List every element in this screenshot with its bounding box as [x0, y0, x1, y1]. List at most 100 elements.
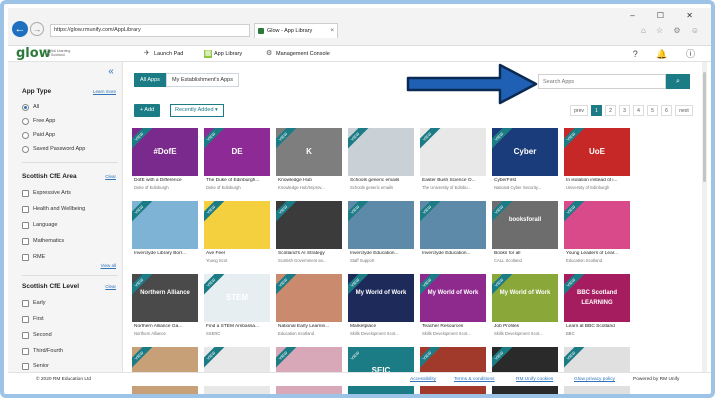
- cfe-area-expressive-arts[interactable]: Expressive Arts: [22, 189, 71, 198]
- app-thumbnail[interactable]: VIEW: [132, 201, 198, 249]
- app-card[interactable]: BBC Scotland LEARNING VIEW Learn at BBC Sc…: [564, 274, 630, 340]
- app-card[interactable]: VIEW Inverclyde Education... Staff Support: [348, 201, 414, 267]
- learn-more-link[interactable]: Learn more: [93, 89, 116, 94]
- checkbox[interactable]: [22, 238, 29, 245]
- search-apps-input[interactable]: [538, 74, 666, 89]
- app-thumbnail[interactable]: VIEW: [348, 201, 414, 249]
- app-card[interactable]: DE VIEW The Duke of Edinburgh... Duke of Ed…: [204, 128, 270, 194]
- app-thumbnail[interactable]: VIEW: [204, 347, 270, 394]
- app-card[interactable]: VIEW Ave Feel Young Scot: [204, 201, 270, 267]
- footer-link-terms[interactable]: Terms & conditions: [454, 373, 495, 387]
- app-card[interactable]: VIEW Inverclyde Library Borr...: [132, 201, 198, 267]
- app-thumbnail[interactable]: SEIC VIEW: [348, 347, 414, 394]
- cfe-level-third-fourth[interactable]: Third/Fourth: [22, 347, 63, 356]
- window-controls[interactable]: – ☐ ✕: [630, 11, 703, 20]
- app-thumbnail[interactable]: VIEW: [564, 347, 630, 394]
- app-thumbnail[interactable]: VIEW: [276, 201, 342, 249]
- app-thumbnail[interactable]: STEM VIEW: [204, 274, 270, 322]
- checkbox[interactable]: [22, 332, 29, 339]
- app-card[interactable]: STEM VIEW Find a STEM Ambassa... SSERC: [204, 274, 270, 340]
- browser-tab[interactable]: Glow - App Library ×: [254, 23, 338, 38]
- checkbox[interactable]: [22, 300, 29, 307]
- nav-launch-pad[interactable]: ✈ Launch Pad: [142, 46, 183, 62]
- app-card[interactable]: My World of Work VIEW Marketplace Skills De…: [348, 274, 414, 340]
- app-thumbnail[interactable]: VIEW: [564, 201, 630, 249]
- checkbox[interactable]: [22, 363, 29, 370]
- pager-page-5[interactable]: 5: [647, 105, 658, 116]
- page-scrollbar[interactable]: [702, 62, 707, 372]
- back-button[interactable]: ←: [12, 21, 28, 37]
- checkbox[interactable]: [22, 222, 29, 229]
- app-thumbnail[interactable]: VIEW: [276, 347, 342, 394]
- tab-my-establishment-apps[interactable]: My Establishment's Apps: [166, 73, 239, 87]
- app-type-all[interactable]: All: [22, 103, 39, 112]
- cfe-area-mathematics[interactable]: Mathematics: [22, 237, 64, 246]
- sort-dropdown[interactable]: Recently Added ▾: [170, 104, 224, 117]
- app-card[interactable]: UoE VIEW In isolation instead of i... Unive…: [564, 128, 630, 194]
- app-card[interactable]: VIEW Schools generic emails Schools generi…: [348, 128, 414, 194]
- browser-toolbar-icons[interactable]: ⌂ ☆ ⚙ ☺: [641, 26, 703, 35]
- radio-button[interactable]: [22, 146, 29, 153]
- app-thumbnail[interactable]: VIEW: [348, 128, 414, 176]
- app-thumbnail[interactable]: VIEW: [492, 347, 558, 394]
- footer-link-privacy[interactable]: Glow privacy policy: [574, 373, 615, 387]
- app-thumbnail[interactable]: DE VIEW: [204, 128, 270, 176]
- checkbox[interactable]: [22, 348, 29, 355]
- app-thumbnail[interactable]: VIEW: [420, 347, 486, 394]
- tab-close-icon[interactable]: ×: [330, 24, 334, 38]
- app-thumbnail[interactable]: VIEW: [204, 201, 270, 249]
- search-button[interactable]: ⌕: [666, 74, 690, 89]
- pager-page-2[interactable]: 2: [605, 105, 616, 116]
- radio-button[interactable]: [22, 104, 29, 111]
- app-card[interactable]: Cyber VIEW CyberFirst National Cyber Securi…: [492, 128, 558, 194]
- footer-link-cookies[interactable]: RM Unify cookies: [516, 373, 553, 387]
- app-card[interactable]: VIEW Inverclyde Education...: [420, 201, 486, 267]
- scrollbar-thumb[interactable]: [703, 72, 706, 182]
- collapse-sidebar-button[interactable]: «: [104, 66, 118, 78]
- app-type-paid[interactable]: Paid App: [22, 131, 55, 140]
- cfe-level-first[interactable]: First: [22, 315, 44, 324]
- app-type-free[interactable]: Free App: [22, 117, 55, 126]
- app-card[interactable]: K VIEW Knowledge Hub Knowledge Hub/Improv..…: [276, 128, 342, 194]
- cfe-level-senior[interactable]: Senior: [22, 362, 49, 371]
- forward-button[interactable]: →: [30, 22, 44, 36]
- app-thumbnail[interactable]: My World of Work VIEW: [420, 274, 486, 322]
- nav-management-console[interactable]: ⚙ Management Console: [264, 46, 330, 62]
- app-card[interactable]: VIEW Young Leaders of Lear... Education Sc…: [564, 201, 630, 267]
- add-app-button[interactable]: + Add: [134, 104, 160, 117]
- pager-page-6[interactable]: 6: [661, 105, 672, 116]
- nav-app-library[interactable]: ▦ App Library: [202, 46, 242, 62]
- app-thumbnail[interactable]: Northern Alliance VIEW: [132, 274, 198, 322]
- cfe-area-language[interactable]: Language: [22, 221, 57, 230]
- app-thumbnail[interactable]: #DofE VIEW: [132, 128, 198, 176]
- view-all-link[interactable]: View all: [101, 263, 116, 268]
- app-thumbnail[interactable]: VIEW: [276, 274, 342, 322]
- cfe-level-second[interactable]: Second: [22, 331, 52, 340]
- checkbox[interactable]: [22, 254, 29, 261]
- radio-button[interactable]: [22, 118, 29, 125]
- app-thumbnail[interactable]: BBC Scotland LEARNING VIEW: [564, 274, 630, 322]
- checkbox[interactable]: [22, 316, 29, 323]
- app-card[interactable]: My World of Work VIEW Teacher Resources Ski…: [420, 274, 486, 340]
- checkbox[interactable]: [22, 190, 29, 197]
- pager-prev[interactable]: prev: [570, 105, 588, 116]
- app-card[interactable]: VIEW National Early Learnin... Education S…: [276, 274, 342, 340]
- app-thumbnail[interactable]: UoE VIEW: [564, 128, 630, 176]
- cfe-area-clear-link[interactable]: Clear: [105, 174, 116, 179]
- cfe-area-rme[interactable]: RME: [22, 253, 45, 262]
- app-type-saved-password[interactable]: Saved Password App: [22, 145, 85, 154]
- app-card[interactable]: #DofE VIEW DofE with a Difference Duke of E…: [132, 128, 198, 194]
- app-card[interactable]: My World of Work VIEW Job Profiles Skills D…: [492, 274, 558, 340]
- checkbox[interactable]: [22, 206, 29, 213]
- radio-button[interactable]: [22, 132, 29, 139]
- app-card[interactable]: Northern Alliance VIEW Northern Alliance G…: [132, 274, 198, 340]
- cfe-area-health-wellbeing[interactable]: Health and Wellbeing: [22, 205, 85, 214]
- pager-page-3[interactable]: 3: [619, 105, 630, 116]
- app-thumbnail[interactable]: Cyber VIEW: [492, 128, 558, 176]
- app-card[interactable]: booksforall VIEW Books for all CALL Scotlan…: [492, 201, 558, 267]
- app-card[interactable]: VIEW Scotland's AI Strategy Scottish Gover…: [276, 201, 342, 267]
- app-thumbnail[interactable]: K VIEW: [276, 128, 342, 176]
- footer-link-accessibility[interactable]: Accessibility: [410, 373, 436, 387]
- app-thumbnail[interactable]: VIEW: [420, 201, 486, 249]
- header-icons[interactable]: ? 🔔 ⓘ: [633, 47, 703, 60]
